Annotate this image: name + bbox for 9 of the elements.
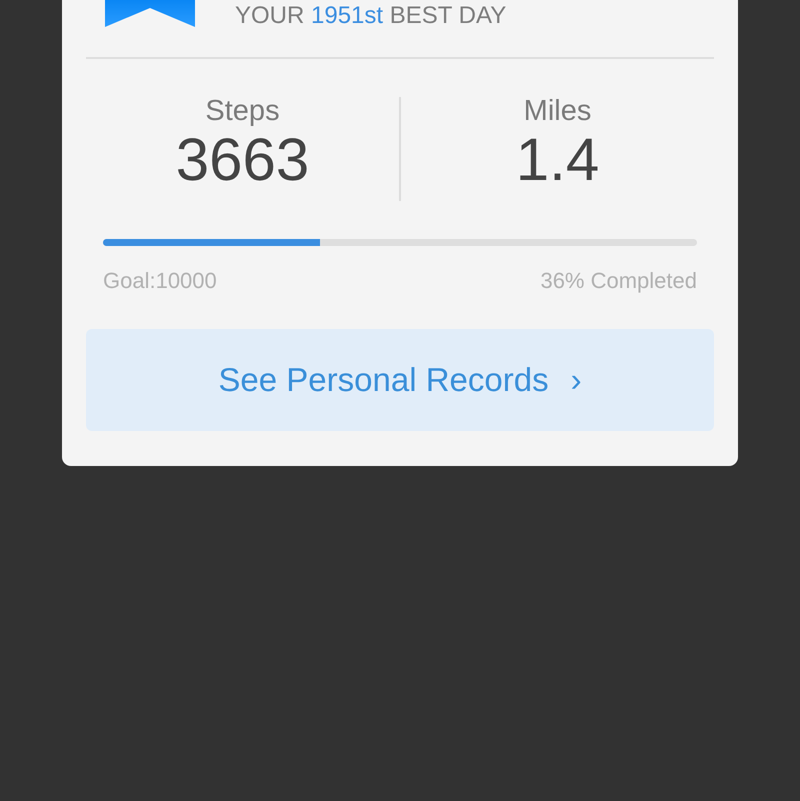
ribbon-icon	[105, 0, 195, 27]
stat-value: 1.4	[514, 130, 600, 190]
completed-text: 36% Completed	[540, 267, 697, 295]
personal-records-button[interactable]: See Personal Records ›	[86, 329, 714, 431]
stat-label: Miles	[522, 97, 592, 126]
stat-value: 3663	[174, 130, 310, 190]
best-day-headline: YOUR 1951st BEST DAY	[235, 2, 506, 31]
stat-label: Steps	[204, 97, 281, 126]
goal-text: Goal:10000	[103, 267, 217, 295]
